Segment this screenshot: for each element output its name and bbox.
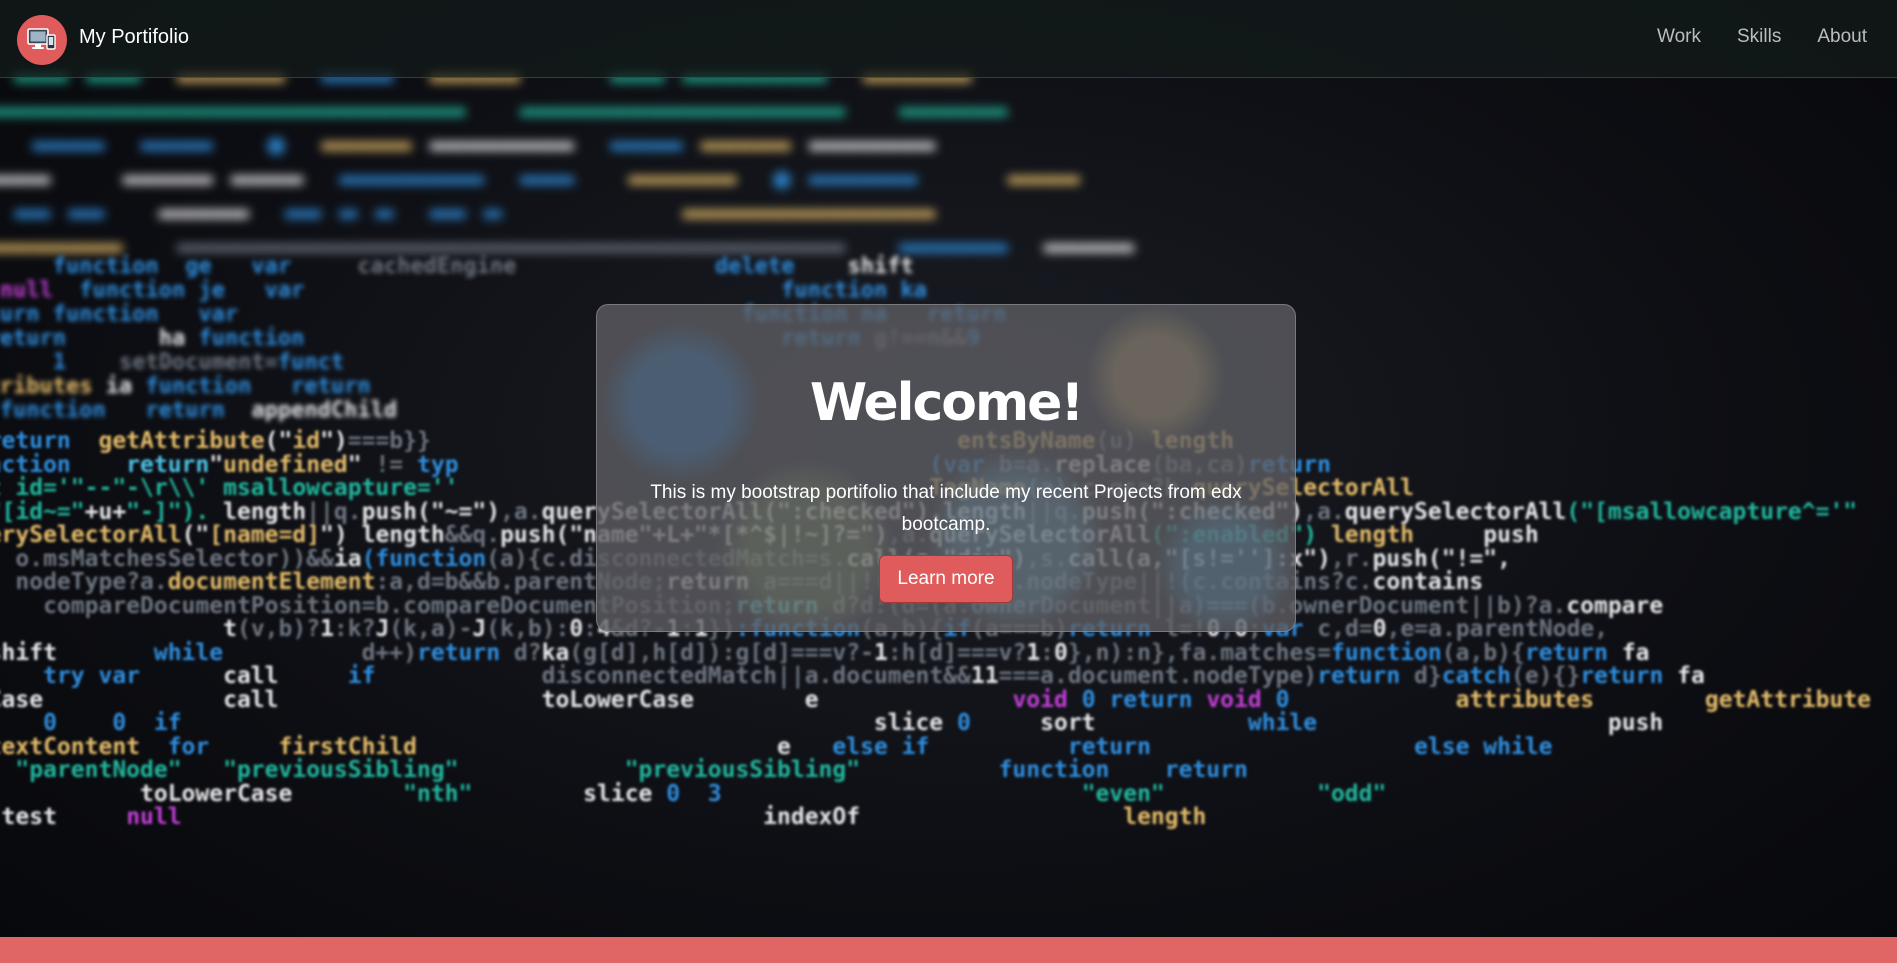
nav-link-work[interactable]: Work: [1657, 26, 1701, 48]
nav-link-about[interactable]: About: [1817, 26, 1867, 48]
welcome-title: Welcome!: [809, 373, 1084, 433]
background-code-far: ▬▬▬ ▬▬▬ ▬▬▬▬▬▬ ▬▬▬▬ ▬▬▬▬▬ ▬▬▬ ▬▬▬▬ ▬▬▬▬ ▬…: [0, 60, 1135, 264]
nav-link-skills[interactable]: Skills: [1737, 26, 1781, 48]
learn-more-button[interactable]: Learn more: [879, 555, 1013, 603]
page: ▬▬▬ ▬▬▬ ▬▬▬▬▬▬ ▬▬▬▬ ▬▬▬▬▬ ▬▬▬ ▬▬▬▬ ▬▬▬▬ ▬…: [0, 0, 1897, 963]
nav-links: Work Skills About: [1621, 26, 1867, 48]
welcome-description: This is my bootstrap portifolio that inc…: [650, 482, 1242, 535]
footer-bar: [0, 937, 1897, 963]
welcome-card: Welcome! This is my bootstrap portifolio…: [596, 304, 1296, 632]
brand-link[interactable]: My Portifolio: [17, 15, 189, 65]
navbar: My Portifolio Work Skills About: [0, 0, 1897, 78]
computer-monitor-icon: [17, 15, 67, 65]
brand-name: My Portifolio: [79, 25, 190, 48]
